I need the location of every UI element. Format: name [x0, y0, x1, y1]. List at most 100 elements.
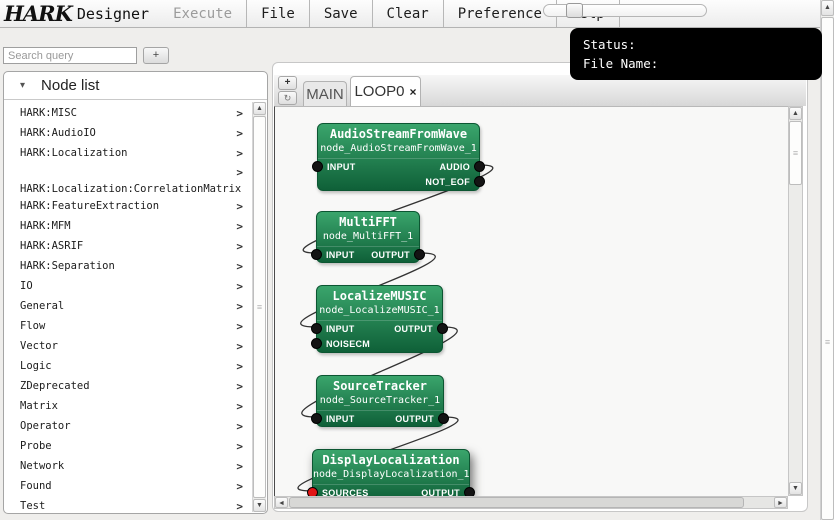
tab-label: LOOP0 [354, 83, 404, 100]
node-audiostreamfromwave[interactable]: AudioStreamFromWavenode_AudioStreamFromW… [317, 123, 480, 191]
list-item[interactable]: Test> [4, 496, 252, 512]
list-item[interactable]: HARK:MFM> [4, 216, 252, 236]
port-output[interactable] [437, 323, 448, 334]
chevron-right-icon: > [236, 360, 243, 373]
port-noisecm[interactable] [311, 338, 322, 349]
scroll-up-button[interactable]: ▲ [789, 107, 802, 120]
add-node-button[interactable]: + [143, 47, 169, 64]
port-not_eof[interactable] [474, 176, 485, 187]
chevron-right-icon: > [236, 260, 243, 273]
chevron-right-icon: > [236, 500, 243, 513]
tab-close-icon[interactable]: × [410, 85, 417, 99]
port-input[interactable] [311, 323, 322, 334]
port-label: NOT_EOF [425, 177, 470, 187]
node-subtitle: node_AudioStreamFromWave_1 [318, 143, 479, 158]
list-item[interactable]: Logic> [4, 356, 252, 376]
list-item-label[interactable]: HARK:Localization:CorrelationMatrix [4, 181, 252, 196]
app-logo: HARK Designer [0, 0, 159, 27]
scroll-down-button[interactable]: ▼ [789, 482, 802, 495]
list-item[interactable]: Found> [4, 476, 252, 496]
chevron-right-icon: > [236, 200, 243, 213]
list-item-label: HARK:ASRIF [20, 240, 83, 252]
port-output[interactable] [464, 487, 475, 496]
scrollbar-thumb[interactable] [289, 497, 744, 508]
zoom-slider[interactable] [543, 4, 707, 17]
list-item[interactable]: IO> [4, 276, 252, 296]
chevron-right-icon: > [236, 420, 243, 433]
node-sourcetracker[interactable]: SourceTrackernode_SourceTracker_1INPUTOU… [316, 375, 444, 427]
menu-save-button[interactable]: Save [309, 0, 372, 27]
scroll-right-button[interactable]: ► [774, 497, 787, 508]
tab-main[interactable]: MAIN [303, 81, 347, 106]
port-row: INPUTOUTPUT [317, 320, 442, 336]
menu-execute-button[interactable]: Execute [159, 0, 246, 27]
list-item[interactable]: HARK:MISC> [4, 103, 252, 123]
list-item[interactable]: Flow> [4, 316, 252, 336]
node-subtitle: node_MultiFFT_1 [317, 231, 419, 246]
chevron-down-icon: ▾ [20, 80, 25, 91]
scrollbar-grip-icon: ≡ [254, 303, 265, 311]
node-list-scrollbar[interactable]: ▲ ≡ ▼ [252, 102, 266, 512]
reload-sheet-icon[interactable]: ↻ [278, 91, 297, 105]
chevron-right-icon: > [236, 320, 243, 333]
canvas-hscrollbar[interactable]: ◄ ► [274, 496, 788, 509]
scroll-up-button[interactable]: ▲ [253, 102, 266, 115]
toolbar: HARK Designer ExecuteFileSaveClearPrefer… [0, 0, 834, 28]
logo-designer: Designer [77, 5, 149, 23]
chevron-right-icon: > [236, 147, 243, 160]
port-row: INPUTAUDIO [318, 158, 479, 174]
port-row: INPUTOUTPUT [317, 410, 443, 426]
zoom-slider-handle[interactable] [566, 3, 583, 18]
port-output[interactable] [438, 413, 449, 424]
list-item[interactable]: HARK:Separation > [4, 256, 252, 276]
scrollbar-grip-icon: ≡ [790, 149, 801, 157]
list-item[interactable]: Vector> [4, 336, 252, 356]
menu-file-button[interactable]: File [246, 0, 309, 27]
port-output[interactable] [414, 249, 425, 260]
port-input[interactable] [312, 161, 323, 172]
port-input[interactable] [311, 413, 322, 424]
scroll-down-button[interactable]: ▼ [253, 499, 266, 512]
canvas-vscrollbar[interactable]: ▲ ≡ ▼ [788, 106, 803, 496]
menu-clear-button[interactable]: Clear [372, 0, 443, 27]
list-item-label: HARK:Separation [20, 260, 115, 272]
list-item-label: HARK:MISC [20, 107, 77, 119]
scroll-left-button[interactable]: ◄ [275, 497, 288, 508]
scrollbar-thumb[interactable]: ≡ [789, 121, 802, 185]
list-item[interactable]: HARK:FeatureExtraction> [4, 196, 252, 216]
port-label: OUTPUT [394, 324, 433, 334]
node-list-header[interactable]: ▾ Node list [4, 72, 267, 100]
port-audio[interactable] [474, 161, 485, 172]
port-input[interactable] [311, 249, 322, 260]
port-row: SOURCESOUTPUT [313, 484, 469, 496]
add-sheet-button[interactable]: + [278, 76, 297, 90]
list-item[interactable]: Probe> [4, 436, 252, 456]
list-item[interactable]: Operator> [4, 416, 252, 436]
list-item[interactable]: > [4, 163, 252, 181]
node-localizemusic[interactable]: LocalizeMUSICnode_LocalizeMUSIC_1INPUTOU… [316, 285, 443, 353]
status-panel: Status: File Name: [570, 28, 822, 80]
list-item[interactable]: HARK:AudioIO> [4, 123, 252, 143]
search-input[interactable] [3, 47, 137, 64]
list-item[interactable]: Network> [4, 456, 252, 476]
scroll-up-button[interactable]: ▲ [821, 0, 834, 16]
list-item[interactable]: ZDeprecated> [4, 376, 252, 396]
page-scrollbar[interactable]: ▲ ≡ [820, 0, 834, 520]
scrollbar-thumb[interactable]: ≡ [821, 17, 834, 520]
logo-hark: HARK [4, 1, 72, 26]
scrollbar-thumb[interactable]: ≡ [253, 116, 266, 498]
list-item[interactable]: General> [4, 296, 252, 316]
list-item[interactable]: HARK:Localization> [4, 143, 252, 163]
tab-loop0[interactable]: LOOP0 × [350, 76, 421, 106]
list-item[interactable]: Matrix> [4, 396, 252, 416]
patch-canvas[interactable]: AudioStreamFromWavenode_AudioStreamFromW… [274, 106, 788, 496]
port-label: INPUT [326, 414, 355, 424]
node-multifft[interactable]: MultiFFTnode_MultiFFT_1INPUTOUTPUT [316, 211, 420, 263]
list-item[interactable]: HARK:ASRIF> [4, 236, 252, 256]
node-displaylocalization[interactable]: DisplayLocalizationnode_DisplayLocalizat… [312, 449, 470, 496]
menu-preference-button[interactable]: Preference [443, 0, 556, 27]
list-item-label: ZDeprecated [20, 380, 90, 392]
port-sources[interactable] [307, 487, 318, 496]
chevron-right-icon: > [236, 280, 243, 293]
port-label: NOISECM [326, 339, 370, 349]
